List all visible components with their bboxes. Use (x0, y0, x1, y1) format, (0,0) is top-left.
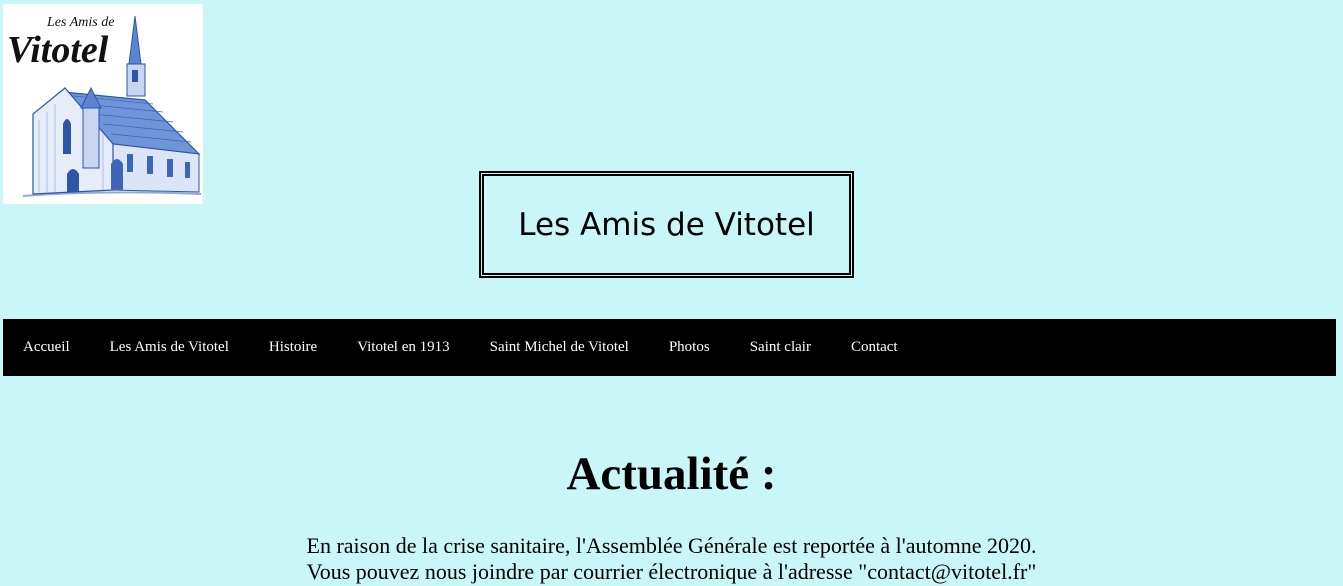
nav-item-vitotel-en-1913[interactable]: Vitotel en 1913 (357, 339, 449, 356)
nav-item-les-amis-de-vitotel[interactable]: Les Amis de Vitotel (110, 339, 229, 356)
svg-text:Vitotel: Vitotel (7, 29, 109, 71)
nav-item-histoire[interactable]: Histoire (269, 339, 317, 356)
news-line: Vous pouvez nous joindre par courrier él… (306, 559, 1037, 584)
main-navigation: Accueil Les Amis de Vitotel Histoire Vit… (3, 319, 1336, 376)
site-logo[interactable]: Les Amis de Vitotel (3, 4, 203, 204)
news-content: En raison de la crise sanitaire, l'Assem… (0, 533, 1343, 585)
site-title: Les Amis de Vitotel (518, 206, 815, 243)
news-heading: Actualité : (566, 448, 777, 500)
nav-item-saint-michel-de-vitotel[interactable]: Saint Michel de Vitotel (490, 339, 629, 356)
nav-item-contact[interactable]: Contact (851, 339, 898, 356)
nav-item-accueil[interactable]: Accueil (23, 339, 70, 356)
svg-text:Les Amis de: Les Amis de (46, 15, 114, 30)
news-line: En raison de la crise sanitaire, l'Assem… (306, 533, 1037, 558)
nav-item-photos[interactable]: Photos (669, 339, 710, 356)
nav-item-saint-clair[interactable]: Saint clair (750, 339, 811, 356)
church-drawing-icon: Les Amis de Vitotel (3, 4, 203, 204)
site-title-box: Les Amis de Vitotel (479, 171, 854, 278)
